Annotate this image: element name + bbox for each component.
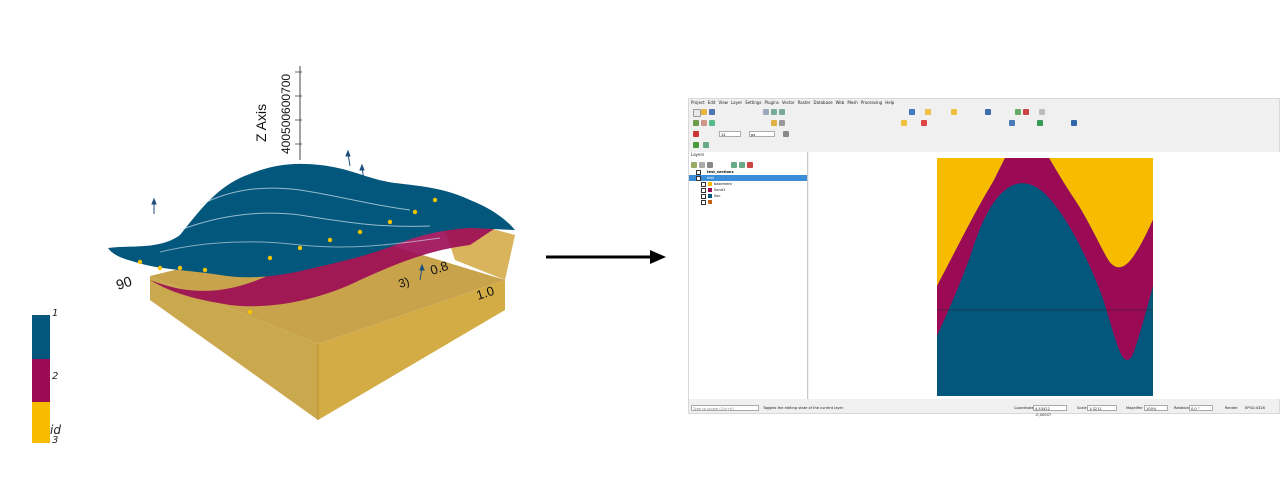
rotation-field[interactable]: 0,0 ° xyxy=(1189,405,1213,411)
coordinate-label: Coordinate xyxy=(1014,406,1034,410)
label-icon[interactable] xyxy=(901,120,907,126)
toolbar-row-4 xyxy=(689,140,1279,151)
globe-icon[interactable] xyxy=(1009,120,1015,126)
tick-label-90: 90 xyxy=(114,273,134,293)
menu-view[interactable]: View xyxy=(718,99,728,106)
crs-button[interactable]: EPSG:4326 xyxy=(1245,402,1265,414)
map-canvas[interactable] xyxy=(809,152,1280,399)
add-raster-icon[interactable] xyxy=(709,120,715,126)
render-checkbox[interactable]: Render xyxy=(1225,402,1238,414)
layers-panel-title: Layers xyxy=(691,152,705,157)
status-message: Toggles the editing state of the current… xyxy=(763,406,844,410)
menu-help[interactable]: Help xyxy=(885,99,894,106)
legend-item-swatch xyxy=(708,194,712,198)
add-vector-icon[interactable] xyxy=(701,120,707,126)
toolbar-row-1 xyxy=(689,107,1279,118)
legend-swatch-2 xyxy=(32,359,50,402)
transform-arrow xyxy=(546,250,666,264)
magnifier-field[interactable]: 100% xyxy=(1144,405,1168,411)
legend-item-swatch xyxy=(708,182,712,186)
legend-label-3: 3 xyxy=(52,435,59,446)
legend-item[interactable] xyxy=(689,199,807,205)
magnifier-label: Magnifier xyxy=(1126,406,1143,410)
remove-layer-icon[interactable] xyxy=(747,162,753,168)
new-project-icon[interactable] xyxy=(693,109,701,117)
toolbar-row-2 xyxy=(689,118,1279,129)
legend-item-swatch xyxy=(708,188,712,192)
attribute-table-icon[interactable] xyxy=(1039,109,1045,115)
status-bar: Type to locate (Ctrl+K) Toggles the edit… xyxy=(689,402,1279,417)
menu-mesh[interactable]: Mesh xyxy=(847,99,858,106)
legend-swatch-3 xyxy=(32,402,50,443)
legend-swatch-1 xyxy=(32,315,50,359)
menu-project[interactable]: Project xyxy=(691,99,705,106)
filter-legend-icon[interactable] xyxy=(707,162,713,168)
coordinate-field[interactable]: 4,53422 -0,00007 xyxy=(1033,405,1067,417)
menu-bar: Project Edit View Layer Settings Plugins… xyxy=(689,99,1280,106)
plugin-icon[interactable] xyxy=(1037,120,1043,126)
scale-field[interactable]: 1:3211 xyxy=(1087,405,1117,411)
collapse-all-icon[interactable] xyxy=(739,162,745,168)
save-project-icon[interactable] xyxy=(709,109,715,115)
menu-edit[interactable]: Edit xyxy=(708,99,716,106)
menu-processing[interactable]: Processing xyxy=(861,99,882,106)
sum-icon[interactable] xyxy=(1023,109,1029,115)
python-icon[interactable] xyxy=(1071,120,1077,126)
font-unit-field[interactable]: px xyxy=(749,131,775,137)
select-icon[interactable] xyxy=(951,109,957,115)
rotation-label: Rotation xyxy=(1174,406,1190,410)
add-group-icon[interactable] xyxy=(699,162,705,168)
legend-label-1: 1 xyxy=(52,308,59,319)
toolbar-row-3: 12 px xyxy=(689,129,1279,140)
pan-icon[interactable] xyxy=(763,109,769,115)
zoom-out-icon[interactable] xyxy=(779,109,785,115)
expand-all-icon[interactable] xyxy=(731,162,737,168)
digitize-icon[interactable] xyxy=(779,120,785,126)
layer-style-icon[interactable] xyxy=(691,162,697,168)
measure-icon[interactable] xyxy=(985,109,991,115)
layers-panel: Layers test_sections test basement Sand1 xyxy=(689,152,808,399)
qgis-window: Project Edit View Layer Settings Plugins… xyxy=(688,98,1280,417)
menu-settings[interactable]: Settings xyxy=(745,99,761,106)
legend-item-checkbox[interactable] xyxy=(701,200,706,205)
menu-web[interactable]: Web xyxy=(836,99,845,106)
menu-layer[interactable]: Layer xyxy=(731,99,742,106)
scale-label: Scale xyxy=(1077,406,1087,410)
z-axis-ticks: 400500600700 xyxy=(279,74,293,154)
menu-raster[interactable]: Raster xyxy=(798,99,811,106)
processing-icon[interactable] xyxy=(693,142,699,148)
menu-vector[interactable]: Vector xyxy=(782,99,795,106)
filter-icon[interactable] xyxy=(783,131,789,137)
menu-plugins[interactable]: Plugins xyxy=(765,99,779,106)
font-size-field[interactable]: 12 xyxy=(719,131,741,137)
open-project-icon[interactable] xyxy=(701,109,707,115)
layers-toolbar xyxy=(689,160,807,168)
menu-database[interactable]: Database xyxy=(813,99,832,106)
zoom-in-icon[interactable] xyxy=(771,109,777,115)
style-icon[interactable] xyxy=(693,131,699,137)
toggle-edit-icon[interactable] xyxy=(771,120,777,126)
refresh-icon[interactable] xyxy=(909,109,915,115)
diagram-icon[interactable] xyxy=(921,120,927,126)
legend-label-2: 2 xyxy=(52,371,59,382)
color-legend: 1 2 id 3 xyxy=(32,308,72,448)
geological-3d-model: Z Axis 400500600700 90 0.8 1.0 3) xyxy=(108,66,515,420)
legend-item-swatch xyxy=(708,200,712,204)
unit1-surface xyxy=(108,163,515,278)
identify-icon[interactable] xyxy=(925,109,931,115)
edit-script-icon[interactable] xyxy=(703,142,709,148)
add-layer-icon[interactable] xyxy=(693,120,699,126)
statistics-icon[interactable] xyxy=(1015,109,1021,115)
z-axis-title: Z Axis xyxy=(253,104,269,142)
locate-search-input[interactable]: Type to locate (Ctrl+K) xyxy=(691,405,759,411)
cross-section-map xyxy=(937,158,1153,396)
